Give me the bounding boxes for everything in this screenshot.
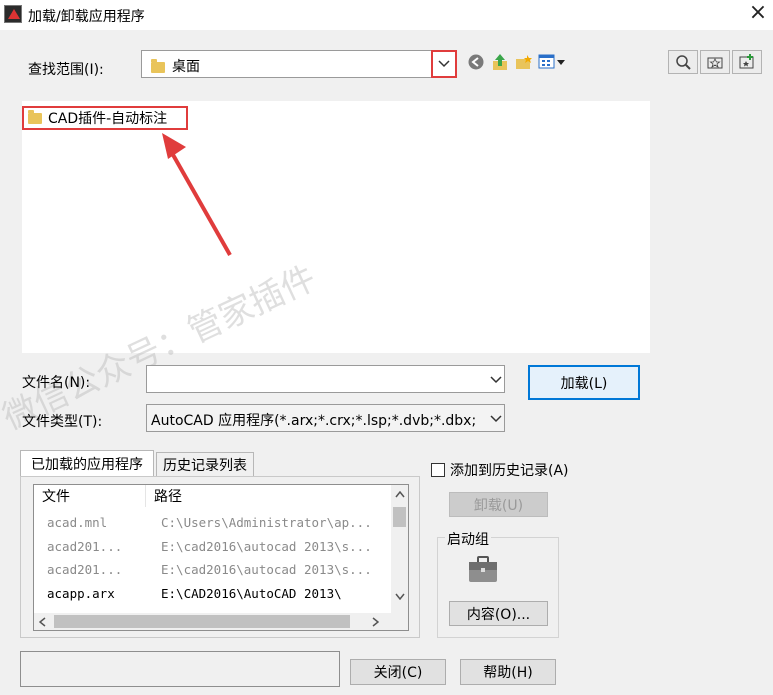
file-list-pane[interactable]	[22, 101, 650, 353]
close-button[interactable]: 关闭(C)	[350, 659, 446, 685]
add-history-label: 添加到历史记录(A)	[450, 463, 569, 479]
startup-group-label: 启动组	[445, 529, 491, 549]
unload-button[interactable]: 卸载(U)	[449, 492, 548, 517]
find-file-icon[interactable]	[668, 50, 698, 74]
status-message-box	[20, 651, 340, 687]
table-row-path[interactable]: E:\cad2016\autocad 2013\s...	[161, 539, 372, 554]
scroll-left-icon[interactable]	[39, 617, 46, 627]
table-row-path[interactable]: C:\Users\Administrator\ap...	[161, 515, 372, 530]
tab-loaded-apps[interactable]: 已加载的应用程序	[20, 450, 154, 477]
add-history-checkbox[interactable]: 添加到历史记录(A)	[431, 460, 569, 480]
chevron-down-icon[interactable]	[431, 50, 457, 78]
up-folder-icon[interactable]	[490, 52, 510, 72]
scroll-corner	[391, 613, 408, 630]
lookin-label: 查找范围(I):	[28, 62, 104, 78]
vertical-scroll-thumb[interactable]	[393, 507, 406, 527]
loaded-apps-listview[interactable]: 文件 路径 acad.mnl C:\Users\Administrator\ap…	[33, 484, 409, 631]
chevron-down-icon[interactable]	[490, 415, 502, 423]
window-title: 加载/卸载应用程序	[28, 9, 145, 25]
new-folder-icon[interactable]	[514, 52, 534, 72]
vertical-scrollbar[interactable]	[391, 485, 408, 613]
back-icon[interactable]	[467, 53, 485, 71]
column-header-path[interactable]: 路径	[146, 485, 392, 507]
add-favorite-icon[interactable]	[732, 50, 762, 74]
close-window-icon[interactable]: ×	[746, 2, 770, 26]
favorites-folder-icon[interactable]	[700, 50, 730, 74]
briefcase-icon	[467, 555, 499, 585]
filetype-combo[interactable]: AutoCAD 应用程序(*.arx;*.crx;*.lsp;*.dvb;*.d…	[146, 404, 505, 432]
table-row-file[interactable]: acad201...	[47, 562, 122, 577]
load-button[interactable]: 加载(L)	[528, 365, 640, 400]
table-row-path[interactable]: E:\CAD2016\AutoCAD 2013\	[161, 586, 342, 601]
folder-icon	[28, 109, 42, 124]
scroll-up-icon[interactable]	[395, 491, 405, 498]
table-row-file[interactable]: acapp.arx	[47, 586, 115, 601]
tab-history-list[interactable]: 历史记录列表	[156, 452, 254, 476]
filetype-value: AutoCAD 应用程序(*.arx;*.crx;*.lsp;*.dvb;*.d…	[151, 413, 477, 429]
contents-button[interactable]: 内容(O)...	[449, 601, 548, 626]
scroll-down-icon[interactable]	[395, 593, 405, 600]
scroll-right-icon[interactable]	[372, 617, 379, 627]
column-header-file[interactable]: 文件	[34, 485, 146, 507]
filename-combo[interactable]	[146, 365, 505, 393]
help-button[interactable]: 帮助(H)	[460, 659, 556, 685]
checkbox-box[interactable]	[431, 463, 445, 477]
table-row-path[interactable]: E:\cad2016\autocad 2013\s...	[161, 562, 372, 577]
view-menu-icon[interactable]	[538, 53, 566, 71]
lookin-combo[interactable]: 桌面	[141, 50, 457, 78]
filetype-label: 文件类型(T):	[22, 414, 103, 430]
filename-label: 文件名(N):	[22, 375, 91, 391]
horizontal-scrollbar[interactable]	[34, 613, 392, 630]
table-row-file[interactable]: acad.mnl	[47, 515, 107, 530]
chevron-down-icon[interactable]	[490, 376, 502, 384]
folder-icon	[151, 59, 165, 73]
table-row-file[interactable]: acad201...	[47, 539, 122, 554]
autocad-app-icon	[4, 5, 22, 23]
annotation-arrow	[162, 133, 232, 256]
lookin-value: 桌面	[172, 59, 200, 75]
horizontal-scroll-thumb[interactable]	[54, 615, 350, 628]
